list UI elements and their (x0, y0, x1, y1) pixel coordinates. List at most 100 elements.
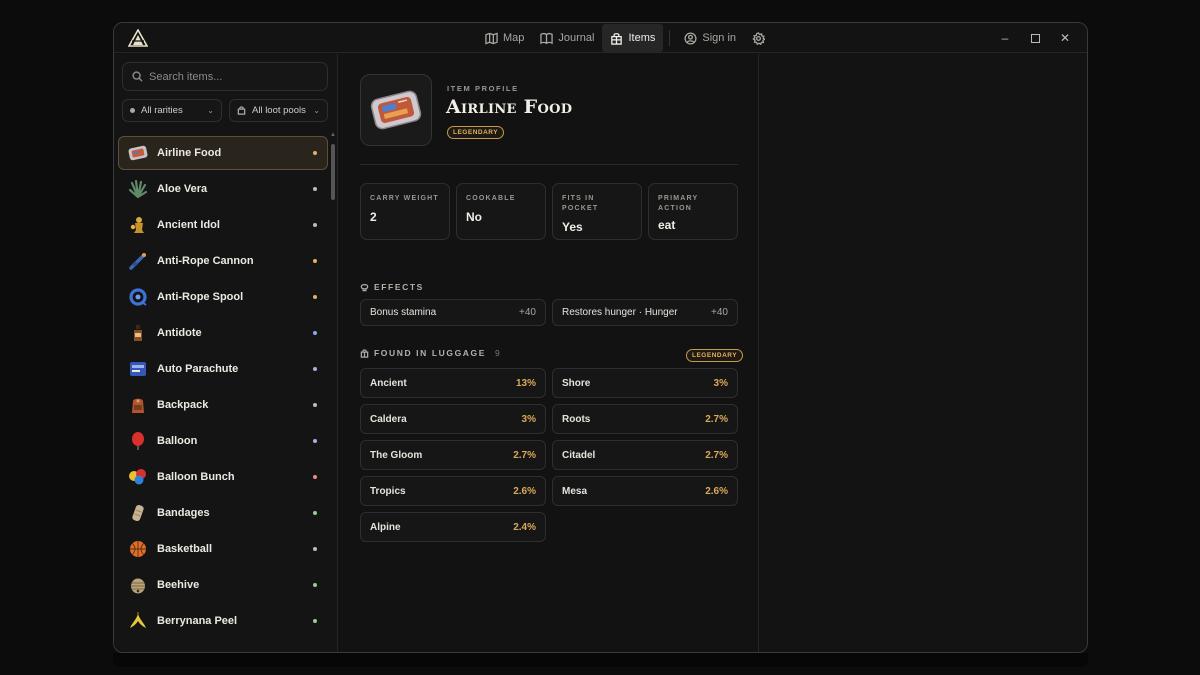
effect-value: +40 (711, 307, 728, 318)
stat-card: FITS IN POCKET Yes (552, 183, 642, 240)
list-item[interactable]: Berrynana Peel (118, 604, 328, 638)
search-box[interactable] (122, 62, 328, 91)
effect-row: Bonus stamina +40 (360, 299, 546, 326)
list-scrollbar[interactable]: ▲ ▼ (330, 132, 336, 653)
biome-pct: 2.6% (705, 485, 728, 497)
app-window: Map Journal Items Sign in – ✕ Search ite… (113, 22, 1088, 653)
biome-name: Tropics (370, 485, 406, 497)
rarity-dot (313, 295, 317, 299)
list-item-name: Berrynana Peel (157, 615, 238, 627)
list-item-name: Aloe Vera (157, 183, 208, 195)
search-input[interactable] (149, 70, 319, 83)
biome-pct: 2.7% (513, 449, 536, 461)
scroll-down-icon[interactable]: ▼ (330, 652, 336, 653)
backpack-icon (127, 394, 149, 416)
list-item[interactable]: Aloe Vera (118, 172, 328, 206)
sign-in-label: Sign in (702, 32, 737, 44)
rarity-filter-label: All rarities (141, 105, 183, 116)
page-title: Airline Food (446, 96, 573, 118)
luggage-count: 9 (495, 348, 500, 358)
rarity-dot (313, 151, 317, 155)
list-item[interactable]: Backpack (118, 388, 328, 422)
biome-pct: 2.6% (513, 485, 536, 497)
scrollbar-thumb[interactable] (331, 144, 335, 200)
list-item[interactable]: Basketball (118, 532, 328, 566)
stat-key: FITS IN POCKET (562, 195, 599, 212)
minimize-icon[interactable]: – (999, 31, 1011, 45)
close-icon[interactable]: ✕ (1059, 31, 1071, 45)
biome-name: Caldera (370, 413, 407, 425)
luggage-row: Ancient 13% (360, 368, 546, 398)
list-item-name: Balloon Bunch (157, 471, 235, 483)
auto-parachute-icon (127, 358, 149, 380)
list-item[interactable]: Anti-Rope Spool (118, 280, 328, 314)
rarity-dot (313, 511, 317, 515)
nav-map[interactable]: Map (477, 24, 532, 52)
rarity-dot (313, 583, 317, 587)
nav-items-label: Items (628, 32, 656, 44)
stat-value: No (466, 210, 482, 224)
filter-row: All rarities ⌄ All loot pools ⌄ (122, 99, 328, 122)
list-item[interactable]: Balloon Bunch (118, 460, 328, 494)
effects-list: Bonus stamina +40 Restores hunger · Hung… (360, 299, 738, 326)
nav-map-label: Map (503, 32, 525, 44)
maximize-icon[interactable] (1029, 32, 1041, 44)
biome-pct: 3% (521, 413, 536, 425)
list-item[interactable]: Beehive (118, 568, 328, 602)
effects-heading-label: EFFECTS (374, 282, 424, 292)
beehive-icon (127, 574, 149, 596)
stat-value: Yes (562, 220, 583, 234)
nav-items[interactable]: Items (602, 24, 664, 52)
settings-button[interactable] (744, 24, 773, 52)
sign-in-button[interactable]: Sign in (676, 24, 744, 52)
biome-pct: 13% (515, 377, 536, 389)
nav-journal[interactable]: Journal (532, 24, 602, 52)
list-item[interactable]: Ancient Idol (118, 208, 328, 242)
biome-pct: 2.7% (705, 413, 728, 425)
list-item[interactable]: Bandages (118, 496, 328, 530)
stat-value: 2 (370, 210, 377, 224)
list-item[interactable]: Anti-Rope Cannon (118, 244, 328, 278)
antidote-icon (127, 322, 149, 344)
bag-icon (611, 32, 623, 45)
chevron-down-icon: ⌄ (207, 106, 214, 115)
luggage-icon (360, 348, 369, 358)
nav-divider (669, 30, 671, 46)
gear-icon (752, 31, 766, 45)
rarity-dot (313, 187, 317, 191)
list-item[interactable]: Antidote (118, 316, 328, 350)
biome-pct: 2.7% (705, 449, 728, 461)
item-thumbnail (360, 74, 432, 146)
biome-name: Mesa (562, 485, 588, 497)
airline-food-icon (127, 142, 149, 164)
window-shadow (113, 653, 1088, 667)
ancient-idol-icon (127, 214, 149, 236)
list-item[interactable]: Auto Parachute (118, 352, 328, 386)
effect-label: Bonus stamina (370, 307, 437, 318)
loot-pool-filter-select[interactable]: All loot pools ⌄ (229, 99, 328, 122)
rarity-dot (313, 259, 317, 263)
rarity-dot (313, 331, 317, 335)
title-bar: Map Journal Items Sign in – ✕ (114, 23, 1087, 53)
anti-rope-spool-icon (127, 286, 149, 308)
scroll-up-icon[interactable]: ▲ (330, 132, 336, 138)
rarity-filter-select[interactable]: All rarities ⌄ (122, 99, 222, 122)
item-sidebar: All rarities ⌄ All loot pools ⌄ Airline … (114, 54, 338, 653)
item-detail: ITEM PROFILE Airline Food LEGENDARY CARR… (339, 54, 759, 652)
list-item-name: Backpack (157, 399, 209, 411)
list-item[interactable]: Airline Food (118, 136, 328, 170)
item-list: Airline Food Aloe Vera Ancient Idol Anti… (118, 136, 328, 652)
list-item-name: Airline Food (157, 147, 222, 159)
basketball-icon (127, 538, 149, 560)
stat-key: CARRY WEIGHT (370, 195, 439, 202)
list-item[interactable]: Balloon (118, 424, 328, 458)
effect-value: +40 (519, 307, 536, 318)
rarity-dot (313, 367, 317, 371)
berrynana-peel-icon (127, 610, 149, 632)
list-item-name: Beehive (157, 579, 200, 591)
list-item-name: Antidote (157, 327, 202, 339)
stat-key: PRIMARY ACTION (658, 195, 699, 212)
stat-cards: CARRY WEIGHT 2 COOKABLE No FITS IN POCKE… (360, 183, 738, 240)
right-pane (760, 54, 1087, 652)
chevron-down-icon: ⌄ (313, 106, 320, 115)
